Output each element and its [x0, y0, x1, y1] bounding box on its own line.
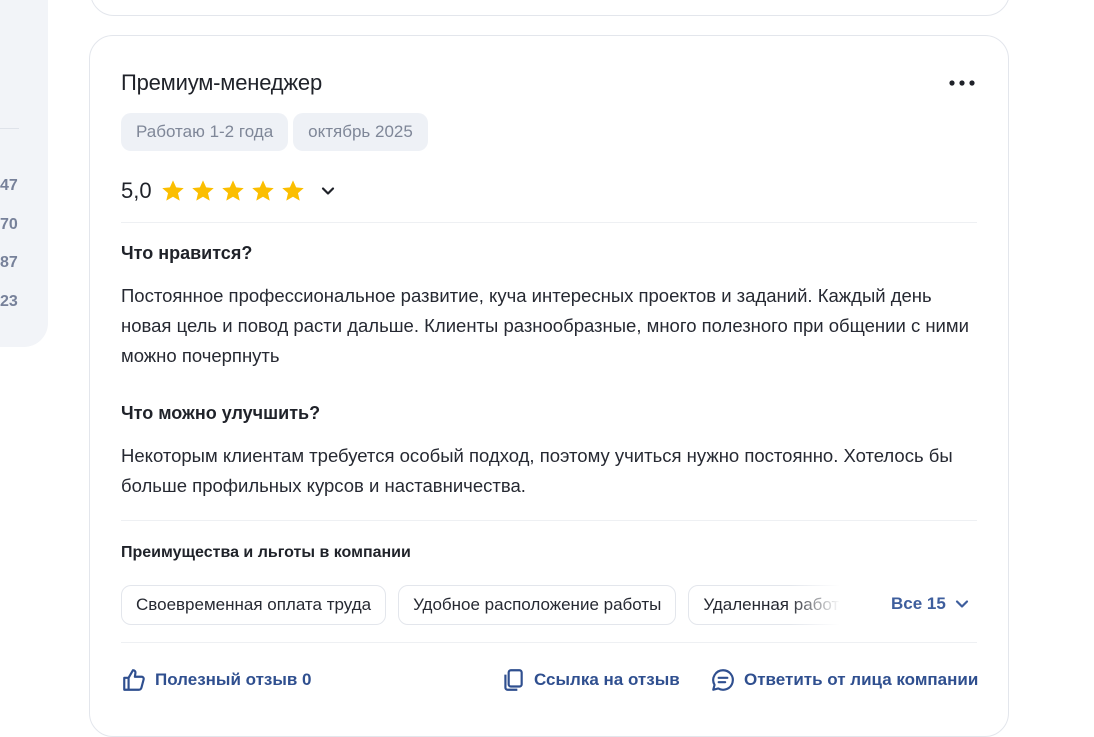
rating-row: 5,0: [121, 178, 337, 204]
improve-text: Некоторым клиентам требуется особый подх…: [121, 445, 953, 496]
star-icon: [281, 180, 304, 201]
useful-review-label: Полезный отзыв 0: [155, 670, 312, 689]
thumbs-up-icon: [123, 669, 145, 691]
improve-heading: Что можно улучшить?: [121, 403, 321, 423]
sidebar-count: 87: [0, 254, 18, 271]
review-link-button[interactable]: Ссылка на отзыв: [500, 667, 680, 693]
section-divider: [121, 642, 977, 643]
reply-as-company-button[interactable]: Ответить от лица компании: [710, 667, 978, 693]
star-icon: [251, 180, 274, 201]
sidebar-count: 23: [0, 293, 18, 310]
likes-text: Постоянное профессиональное развитие, ку…: [121, 285, 969, 366]
all-benefits-label: Все 15: [891, 594, 946, 613]
star-icon: [221, 180, 244, 201]
more-options-button[interactable]: [946, 72, 978, 94]
review-tags: Работаю 1-2 года октябрь 2025: [121, 113, 428, 151]
likes-heading: Что нравится?: [121, 243, 253, 263]
section-divider: [121, 520, 977, 521]
star-icon: [161, 180, 184, 201]
sidebar-divider: [0, 128, 19, 129]
tag-experience: Работаю 1-2 года: [121, 113, 289, 151]
benefit-chip[interactable]: Своевременная оплата труда: [121, 585, 387, 625]
review-title: Премиум-менеджер: [121, 70, 322, 95]
benefits-heading: Преимущества и льготы в компании: [121, 544, 411, 561]
chevron-down-icon: [955, 600, 968, 608]
star-icon: [191, 180, 214, 201]
chevron-down-icon[interactable]: [319, 182, 337, 200]
benefits-chips: Своевременная оплата труда Удобное распо…: [121, 585, 849, 627]
reply-chat-icon: [712, 669, 734, 691]
benefit-chip[interactable]: Удаленная работа: [688, 585, 849, 625]
rating-value: 5,0: [121, 178, 152, 203]
sidebar-count: 70: [0, 216, 18, 233]
rating-stars: [160, 178, 306, 204]
benefit-chip[interactable]: Удобное расположение работы: [398, 585, 677, 625]
tag-date: октябрь 2025: [293, 113, 428, 151]
review-link-label: Ссылка на отзыв: [534, 670, 680, 689]
section-divider: [121, 222, 977, 223]
copy-link-icon: [504, 669, 523, 691]
sidebar-count: 47: [0, 177, 18, 194]
reply-as-company-label: Ответить от лица компании: [744, 670, 979, 689]
review-card: Премиум-менеджер Работаю 1-2 года октябр…: [89, 35, 1009, 737]
previous-review-card: [90, 0, 1010, 16]
useful-review-button[interactable]: Полезный отзыв 0: [121, 667, 312, 693]
all-benefits-button[interactable]: Все 15: [891, 594, 970, 614]
more-icon: [949, 80, 975, 86]
